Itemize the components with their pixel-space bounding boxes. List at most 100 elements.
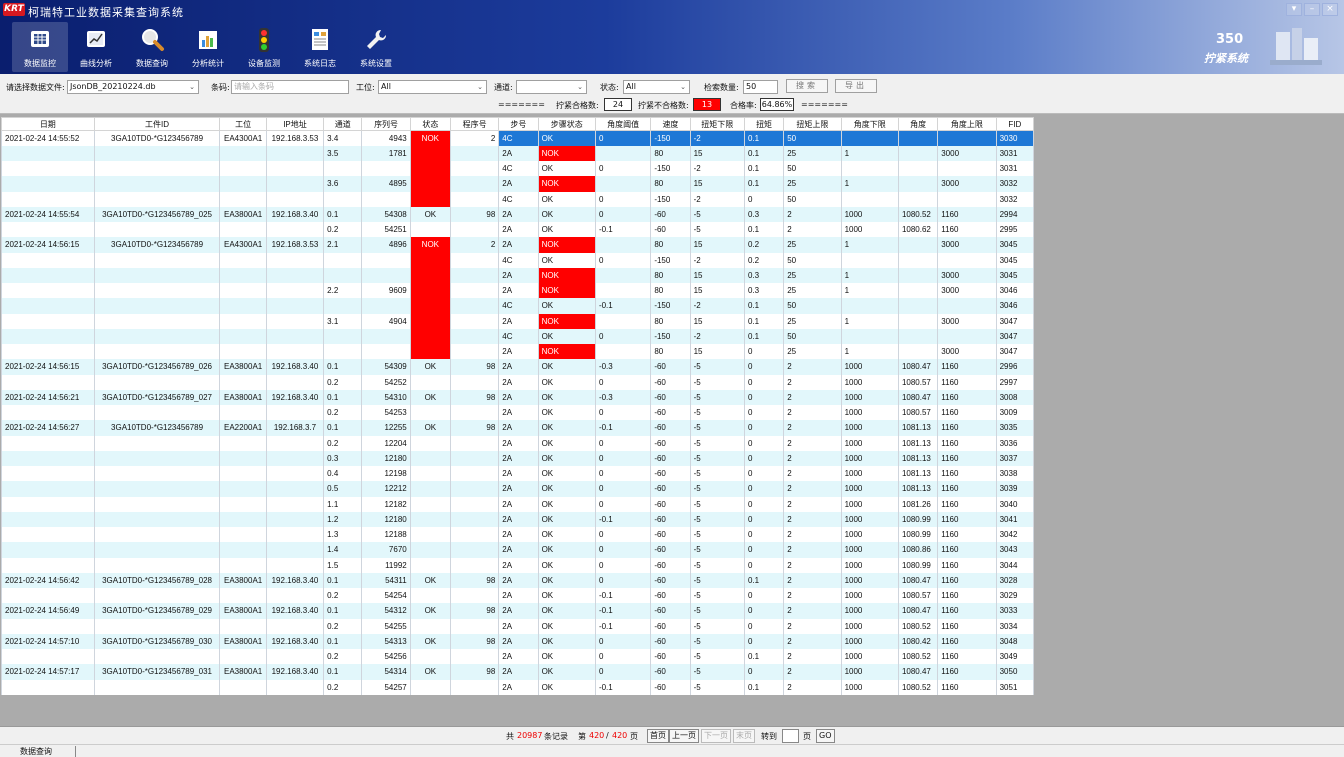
nav-data-query[interactable]: 数据查询: [124, 22, 180, 72]
column-header[interactable]: 扭矩上限: [783, 117, 842, 131]
status-select[interactable]: All ⌄: [623, 80, 690, 94]
search-button[interactable]: 搜索: [786, 79, 828, 93]
table-cell: [937, 328, 997, 344]
first-page-button[interactable]: 首页: [647, 729, 669, 743]
data-file-select[interactable]: JsonDB_20210224.db ⌄: [67, 80, 199, 94]
close-icon[interactable]: ×: [1322, 3, 1338, 16]
table-cell: [93, 344, 221, 360]
table-row[interactable]: 2021-02-24 14:57:10 3GA10TD0-*G123456789_…: [1, 633, 1035, 649]
table-row[interactable]: 2021-02-24 14:55:52 3GA10TD0-*G123456789 E…: [1, 130, 1035, 146]
table-cell: [219, 344, 267, 360]
table-row[interactable]: 1.3 12188 2A OK 0 -60 -5 0 2 1000 1080.99 1160 3042: [1, 527, 1035, 543]
table-row[interactable]: 0.2 54254 2A OK -0.1 -60 -5 0 2 1000 1080.57 1160 30…: [1, 588, 1035, 604]
column-header[interactable]: 角度上限: [937, 117, 997, 131]
column-header[interactable]: 状态: [409, 117, 451, 131]
column-header[interactable]: 程序号: [449, 117, 500, 131]
column-header[interactable]: 步号: [498, 117, 539, 131]
table-row[interactable]: NOK4COK0-150-20503032: [1, 191, 1035, 207]
menu-dropdown-icon[interactable]: ▾: [1286, 3, 1302, 16]
table-cell: [1, 435, 95, 451]
column-header[interactable]: 序列号: [361, 117, 411, 131]
table-row[interactable]: 1.1 12182 2A OK 0 -60 -5 0 2 1000 1081.26 1160 3040: [1, 496, 1035, 512]
table-header: 日期 工件ID 工位 IP地址 通道 序列号 状态 程序号 步号 步骤状态 角度阈值 速度 扭矩下限 扭矩…: [1, 117, 1035, 131]
column-header[interactable]: 速度: [650, 117, 691, 131]
table-row[interactable]: 0.2 54256 2A OK 0 -60 -5 0.1 2 1000 1080.52 1160 304…: [1, 649, 1035, 665]
table-row[interactable]: 0.2 12204 2A OK 0 -60 -5 0 2 1000 1081.13 1160 3036: [1, 435, 1035, 451]
table-row[interactable]: 1.2 12180 2A OK -0.1 -60 -5 0 2 1000 1080.99 1160 30…: [1, 511, 1035, 527]
table-cell: 192.168.3.40: [265, 206, 325, 222]
column-header[interactable]: 扭矩: [743, 117, 785, 131]
table-cell: 192.168.3.40: [265, 572, 325, 588]
table-row[interactable]: 0.3 12180 2A OK 0 -60 -5 0 2 1000 1081.13 1160 3037: [1, 450, 1035, 466]
next-page-button[interactable]: 下一页: [701, 729, 731, 743]
column-header[interactable]: 日期: [1, 117, 95, 131]
nav-statistics[interactable]: 分析统计: [180, 22, 236, 72]
table-row[interactable]: 2021-02-24 14:56:21 3GA10TD0-*G123456789_…: [1, 389, 1035, 405]
table-row[interactable]: NOK2ANOK8015025130003047: [1, 344, 1035, 360]
table-row[interactable]: 2.29609NOK2ANOK80150.325130003046: [1, 283, 1035, 299]
column-header[interactable]: FID: [995, 117, 1035, 131]
table-cell: -5: [689, 572, 745, 588]
nav-system-settings[interactable]: 系统设置: [348, 22, 404, 72]
table-row[interactable]: 1.5 11992 2A OK 0 -60 -5 0 2 1000 1080.99 1160 3044: [1, 557, 1035, 573]
table-row[interactable]: NOK2ANOK80150.325130003045: [1, 267, 1035, 283]
count-input[interactable]: 50: [743, 80, 778, 94]
table-row[interactable]: 1.4 7670 2A OK 0 -60 -5 0 2 1000 1080.86 1160 3043: [1, 542, 1035, 558]
column-header[interactable]: IP地址: [265, 117, 325, 131]
table-row[interactable]: 2021-02-24 14:57:17 3GA10TD0-*G123456789_…: [1, 664, 1035, 680]
table-cell: 1160: [937, 633, 997, 649]
table-row[interactable]: 0.2 54255 2A OK -0.1 -60 -5 0 2 1000 1080.52 1160 30…: [1, 618, 1035, 634]
table-row[interactable]: NOK 4COK0-150-20.150 3047: [1, 328, 1035, 344]
table-cell: [219, 481, 267, 497]
nav-system-log[interactable]: 系统日志: [292, 22, 348, 72]
go-button[interactable]: GO: [816, 729, 835, 743]
table-row[interactable]: 0.2 54251 2A OK -0.1 -60 -5 0.1 2 1000 1080.62 1160…: [1, 222, 1035, 238]
table-row[interactable]: 2021-02-24 14:56:15 3GA10TD0-*G123456789 E…: [1, 237, 1035, 253]
table-cell: 54310: [361, 389, 411, 405]
table-cell: [1, 145, 95, 161]
table-cell: [361, 344, 411, 360]
table-row[interactable]: 3.51781NOK2ANOK80150.125130003031: [1, 145, 1035, 161]
table-row[interactable]: 2021-02-24 14:56:27 3GA10TD0-*G123456789 E…: [1, 420, 1035, 436]
table-row[interactable]: 0.4 12198 2A OK 0 -60 -5 0 2 1000 1081.13 1160 3038: [1, 466, 1035, 482]
table-row[interactable]: NOK 4COK0-150-20.250 3045: [1, 252, 1035, 268]
table-row[interactable]: 0.2 54253 2A OK 0 -60 -5 0 2 1000 1080.57 1160 3009: [1, 405, 1035, 421]
table-row[interactable]: NOK 4COK0-150-20.150 3031: [1, 161, 1035, 177]
table-row[interactable]: 0.2 54252 2A OK 0 -60 -5 0 2 1000 1080.57 1160 2997: [1, 374, 1035, 390]
goto-page-input[interactable]: [782, 729, 799, 743]
table-cell: 1781: [361, 145, 411, 161]
table-row[interactable]: 2021-02-24 14:56:15 3GA10TD0-*G123456789_…: [1, 359, 1035, 375]
table-cell: 1: [840, 145, 899, 161]
table-row[interactable]: 0.5 12212 2A OK 0 -60 -5 0 2 1000 1081.13 1160 3039: [1, 481, 1035, 497]
column-header[interactable]: 工件ID: [93, 117, 221, 131]
table-row[interactable]: 2021-02-24 14:55:54 3GA10TD0-*G123456789_…: [1, 206, 1035, 222]
minimize-icon[interactable]: –: [1304, 3, 1320, 16]
table-row[interactable]: 3.64895NOK2ANOK80150.125130003032: [1, 176, 1035, 192]
nav-curve-analysis[interactable]: 曲线分析: [68, 22, 124, 72]
channel-select[interactable]: ⌄: [516, 80, 587, 94]
table-cell: 2: [783, 450, 842, 466]
table-row[interactable]: 2021-02-24 14:56:49 3GA10TD0-*G123456789_…: [1, 603, 1035, 619]
table-cell: 0: [743, 542, 785, 558]
table-row[interactable]: 3.14904NOK2ANOK80150.125130003047: [1, 313, 1035, 329]
last-page-button[interactable]: 末页: [733, 729, 755, 743]
table-cell: [1, 679, 95, 695]
column-header[interactable]: 步骤状态: [537, 117, 596, 131]
column-header[interactable]: 角度下限: [840, 117, 899, 131]
export-button[interactable]: 导出: [835, 79, 877, 93]
column-header[interactable]: 通道: [323, 117, 363, 131]
station-select[interactable]: All ⌄: [378, 80, 487, 94]
nav-data-monitor[interactable]: 数据监控: [12, 22, 68, 72]
column-header[interactable]: 工位: [219, 117, 267, 131]
table-row[interactable]: 2021-02-24 14:56:42 3GA10TD0-*G123456789_…: [1, 572, 1035, 588]
table-row[interactable]: NOK 4COK-0.1-150-20.150 3046: [1, 298, 1035, 314]
column-header[interactable]: 角度: [897, 117, 939, 131]
table-cell: 3GA10TD0-*G123456789_029: [93, 603, 221, 619]
prev-page-button[interactable]: 上一页: [669, 729, 699, 743]
column-header[interactable]: 角度阈值: [594, 117, 652, 131]
nav-device-monitor[interactable]: 设备监测: [236, 22, 292, 72]
table-cell: 3050: [995, 664, 1035, 680]
barcode-input[interactable]: 请输入条码: [231, 80, 349, 94]
table-row[interactable]: 0.2 54257 2A OK -0.1 -60 -5 0.1 2 1000 1080.52 1160…: [1, 679, 1035, 695]
column-header[interactable]: 扭矩下限: [689, 117, 745, 131]
